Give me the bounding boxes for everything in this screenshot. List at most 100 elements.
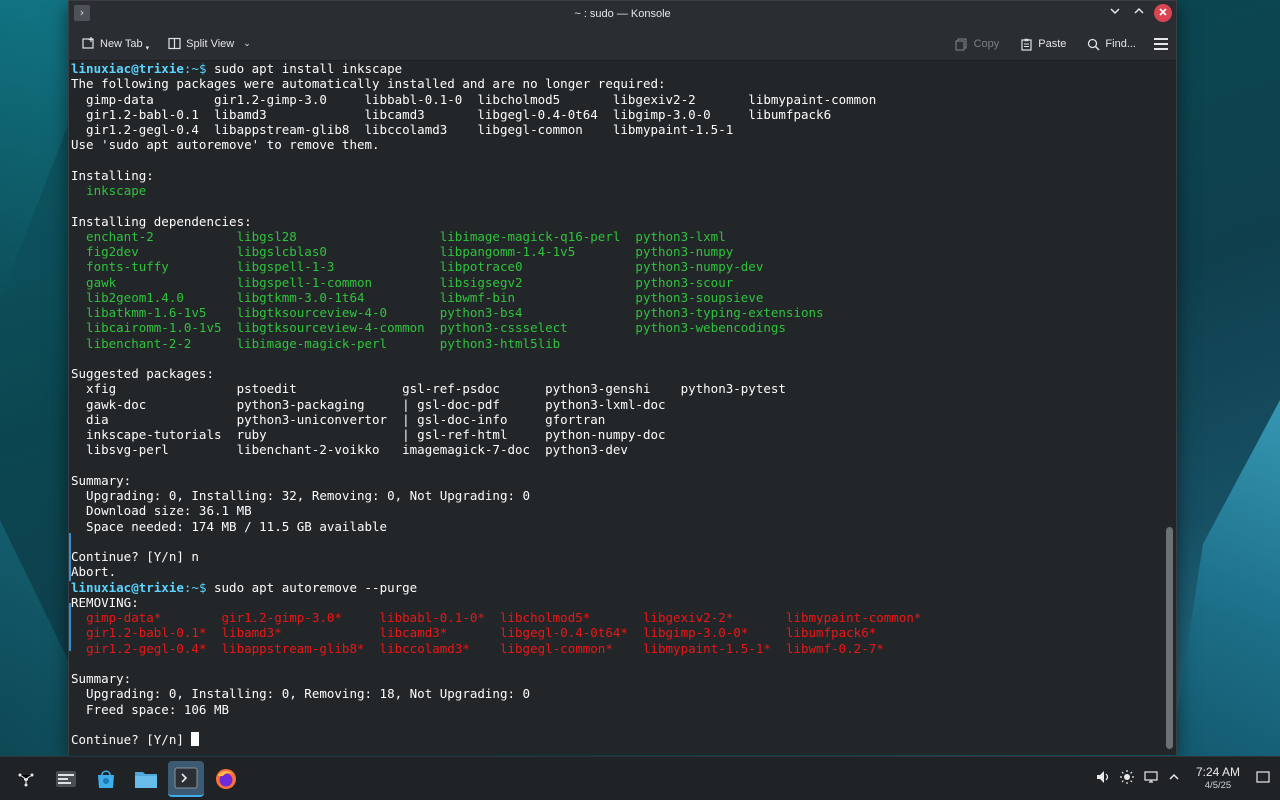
terminal-line: gawk libgspell-1-common libsigsegv2 pyth…: [71, 275, 921, 290]
terminal-line: Summary:: [71, 671, 921, 686]
terminal-text-segment: Suggested packages:: [71, 366, 214, 381]
terminal-cursor: [191, 732, 200, 746]
terminal-text-segment: fig2dev libgslcblas0 libpangomm-1.4-1v5 …: [71, 244, 734, 259]
window-menu-icon[interactable]: ›: [74, 5, 90, 21]
terminal-line: gimp-data* gir1.2-gimp-3.0* libbabl-0.1-…: [71, 610, 921, 625]
show-desktop-icon[interactable]: [1256, 770, 1270, 788]
terminal-line: Use 'sudo apt autoremove' to remove them…: [71, 137, 921, 152]
find-label: Find...: [1105, 38, 1136, 50]
minimize-icon[interactable]: [1106, 4, 1124, 22]
terminal-line: Suggested packages:: [71, 366, 921, 381]
digital-clock[interactable]: 7:24 AM 4/5/25: [1196, 766, 1240, 792]
terminal-line: Installing dependencies:: [71, 214, 921, 229]
terminal-line: Abort.: [71, 564, 921, 579]
terminal-text-segment: sudo apt autoremove --purge: [214, 579, 418, 595]
terminal-text-segment: The following packages were automaticall…: [71, 76, 666, 92]
copy-button[interactable]: Copy: [953, 31, 1002, 57]
terminal-text-segment: Continue? [Y/n]: [71, 732, 192, 747]
volume-icon[interactable]: [1096, 770, 1110, 788]
wallpaper-shape: [0, 520, 70, 760]
clock-date: 4/5/25: [1204, 780, 1232, 791]
terminal-text-segment: Installing:: [71, 167, 154, 183]
terminal-text-segment: libatkmm-1.6-1v5 libgtksourceview-4-0 py…: [71, 305, 824, 320]
konsole-icon[interactable]: [168, 760, 204, 797]
wallpaper-shape: [1170, 400, 1280, 760]
terminal-line: lib2geom1.4.0 libgtkmm-3.0-1t64 libwmf-b…: [71, 290, 921, 305]
tray-expand-icon[interactable]: [1168, 771, 1180, 787]
terminal-text-segment: gimp-data gir1.2-gimp-3.0 libbabl-0.1-0 …: [71, 91, 877, 107]
wallpaper-shape: [0, 0, 70, 300]
terminal-text-segment: Installing dependencies:: [71, 213, 252, 229]
terminal-text-segment: xfig pstoedit gsl-ref-psdoc python3-gens…: [71, 381, 786, 397]
find-button[interactable]: Find...: [1084, 31, 1138, 57]
paste-label: Paste: [1038, 38, 1067, 50]
terminal-text-segment: fonts-tuffy libgspell-1-3 libpotrace0 py…: [71, 259, 764, 275]
window-title: ~ : sudo — Konsole: [574, 8, 671, 20]
terminal-line: Continue? [Y/n]: [71, 732, 921, 747]
terminal-line: Summary:: [71, 473, 921, 488]
terminal-line: fig2dev libgslcblas0 libpangomm-1.4-1v5 …: [71, 244, 921, 259]
terminal-line: xfig pstoedit gsl-ref-psdoc python3-gens…: [71, 381, 921, 396]
terminal-text-segment: enchant-2 libgsl28 libimage-magick-q16-p…: [71, 228, 726, 244]
discover-store-icon[interactable]: [88, 761, 124, 797]
terminal-text-segment: gimp-data* gir1.2-gimp-3.0* libbabl-0.1-…: [86, 610, 922, 625]
network-icon[interactable]: [1144, 770, 1158, 788]
scrollbar-thumb[interactable]: [1166, 527, 1173, 749]
terminal-text-segment: gir1.2-babl-0.1 libamd3 libcamd3 libgegl…: [71, 106, 832, 122]
terminal-text-segment: Summary:: [71, 472, 132, 488]
split-view-icon: [167, 37, 181, 51]
new-tab-icon: [81, 37, 95, 51]
chevron-down-icon: ▾: [145, 44, 150, 52]
copy-icon: [955, 37, 969, 51]
terminal-line: gir1.2-gegl-0.4 libappstream-glib8 libcc…: [71, 122, 921, 137]
terminal-line: Upgrading: 0, Installing: 32, Removing: …: [71, 488, 921, 503]
terminal-line: linuxiac@trixie:~$ sudo apt install inks…: [71, 62, 921, 76]
paste-icon: [1019, 37, 1033, 51]
terminal-text-segment: Freed space: 106 MB: [71, 701, 230, 717]
split-view-button[interactable]: Split View ⌄: [165, 31, 253, 57]
terminal-text-segment: Continue? [Y/n] n: [71, 549, 199, 564]
close-icon[interactable]: [1154, 4, 1172, 22]
maximize-icon[interactable]: [1130, 4, 1148, 22]
paste-button[interactable]: Paste: [1017, 31, 1068, 57]
new-tab-button[interactable]: New Tab ▾: [79, 31, 151, 57]
terminal-scrollbar[interactable]: [1163, 62, 1176, 755]
terminal-text-segment: Upgrading: 0, Installing: 0, Removing: 1…: [71, 686, 531, 702]
terminal-text-segment: libenchant-2-2 libimage-magick-perl pyth…: [71, 335, 561, 351]
terminal-text-segment: dia python3-uniconvertor | gsl-doc-info …: [71, 411, 606, 427]
terminal-line: The following packages were automaticall…: [71, 76, 921, 91]
terminal-text-segment: gir1.2-gegl-0.4* libappstream-glib8* lib…: [86, 640, 884, 656]
terminal-line: gir1.2-gegl-0.4* libappstream-glib8* lib…: [71, 641, 921, 656]
terminal-text-segment: Abort.: [71, 564, 117, 580]
terminal-line: libenchant-2-2 libimage-magick-perl pyth…: [71, 336, 921, 351]
terminal-text-segment: inkscape: [86, 183, 147, 198]
application-launcher-icon[interactable]: [8, 761, 44, 797]
terminal-line: enchant-2 libgsl28 libimage-magick-q16-p…: [71, 229, 921, 244]
terminal-text: linuxiac@trixie:~$ sudo apt install inks…: [71, 62, 921, 747]
chevron-down-icon: ⌄: [243, 38, 251, 48]
terminal-output[interactable]: linuxiac@trixie:~$ sudo apt install inks…: [69, 62, 1164, 755]
terminal-text-segment: REMOVING:: [71, 594, 139, 610]
title-bar[interactable]: › ~ : sudo — Konsole: [69, 1, 1176, 27]
pager-icon[interactable]: [48, 761, 84, 797]
terminal-line: libcairomm-1.0-1v5 libgtksourceview-4-co…: [71, 320, 921, 335]
terminal-line: linuxiac@trixie:~$ sudo apt autoremove -…: [71, 580, 921, 595]
prompt-user: linuxiac@trixie: [71, 579, 184, 595]
file-manager-icon[interactable]: [128, 761, 164, 797]
brightness-icon[interactable]: [1119, 770, 1134, 788]
terminal-text-segment: Upgrading: 0, Installing: 32, Removing: …: [71, 488, 531, 503]
copy-label: Copy: [973, 38, 1000, 50]
firefox-icon[interactable]: [208, 761, 244, 797]
terminal-text-segment: gir1.2-babl-0.1* libamd3* libcamd3* libg…: [86, 625, 877, 641]
terminal-line: gawk-doc python3-packaging | gsl-doc-pdf…: [71, 397, 921, 412]
terminal-line: inkscape-tutorials ruby | gsl-ref-html p…: [71, 427, 921, 442]
hamburger-menu-icon[interactable]: [1154, 38, 1168, 50]
